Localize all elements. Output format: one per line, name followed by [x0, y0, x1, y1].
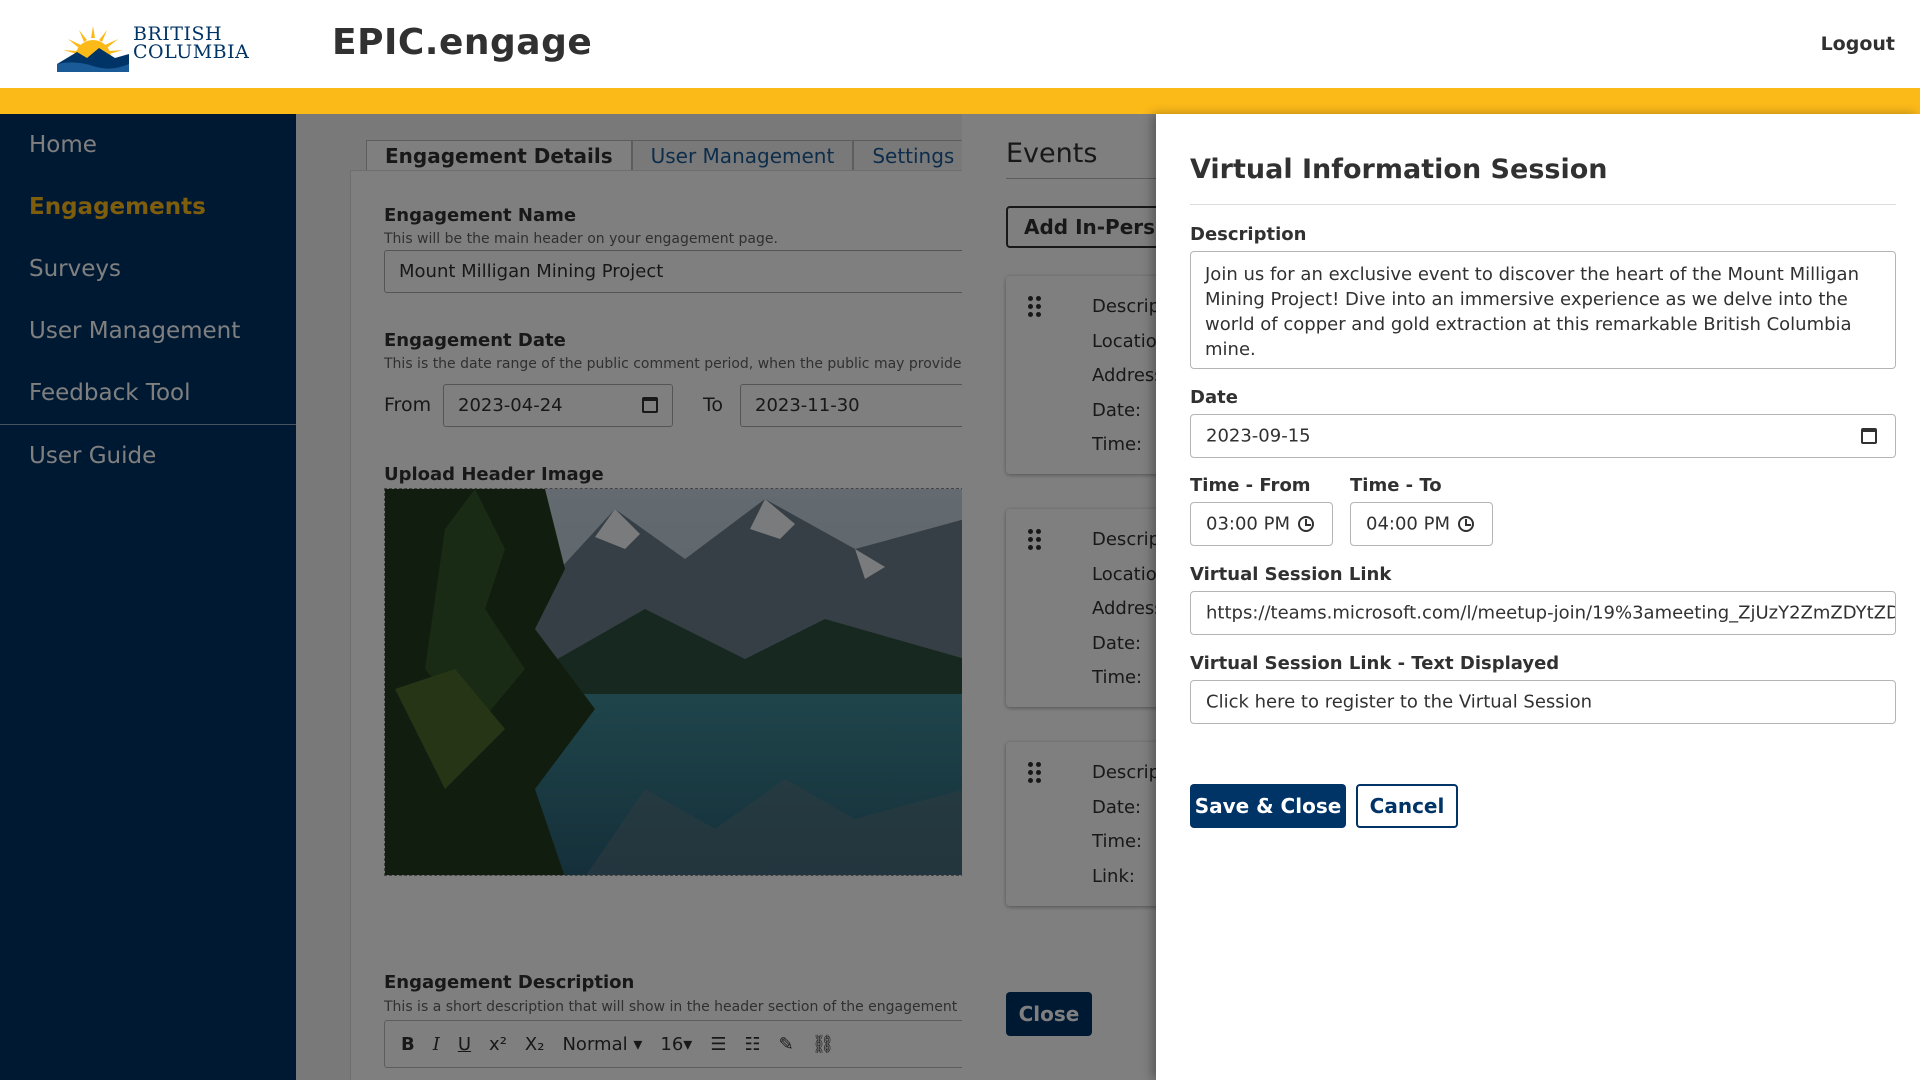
description-value: Join us for an exclusive event to discov…	[1205, 264, 1859, 360]
virtual-session-link-value: https://teams.microsoft.com/l/meetup-joi…	[1206, 602, 1896, 624]
time-from-label: Time - From	[1190, 475, 1311, 496]
clock-icon[interactable]	[1458, 516, 1474, 532]
time-to-label: Time - To	[1350, 475, 1442, 496]
cancel-button[interactable]: Cancel	[1356, 784, 1458, 828]
virtual-session-link-label: Virtual Session Link	[1190, 564, 1392, 585]
time-from-value: 03:00 PM	[1206, 513, 1290, 535]
drawer-title: Virtual Information Session	[1190, 154, 1608, 185]
time-to-input[interactable]: 04:00 PM	[1350, 502, 1493, 546]
description-label: Description	[1190, 224, 1307, 245]
date-label: Date	[1190, 387, 1238, 408]
time-from-input[interactable]: 03:00 PM	[1190, 502, 1333, 546]
bc-wordmark: BRITISH COLUMBIA	[133, 23, 250, 63]
drawer-divider	[1190, 204, 1896, 205]
logout-button[interactable]: Logout	[1821, 33, 1895, 55]
bc-sun-mountain-icon	[57, 26, 129, 72]
link-text-displayed-input[interactable]: Click here to register to the Virtual Se…	[1190, 680, 1896, 724]
app-title: EPIC.engage	[332, 22, 593, 63]
clock-icon[interactable]	[1298, 516, 1314, 532]
modal-backdrop[interactable]	[0, 114, 1156, 1080]
calendar-icon[interactable]	[1861, 428, 1877, 444]
virtual-session-link-input[interactable]: https://teams.microsoft.com/l/meetup-joi…	[1190, 591, 1896, 635]
date-value: 2023-09-15	[1206, 425, 1311, 447]
save-and-close-button[interactable]: Save & Close	[1190, 784, 1346, 828]
virtual-session-drawer: Virtual Information Session Description …	[1156, 114, 1920, 1080]
app-header: BRITISH COLUMBIA EPIC.engage Logout	[0, 0, 1920, 88]
link-text-displayed-value: Click here to register to the Virtual Se…	[1206, 691, 1593, 713]
time-to-value: 04:00 PM	[1366, 513, 1450, 535]
accent-bar	[0, 88, 1920, 114]
link-text-displayed-label: Virtual Session Link - Text Displayed	[1190, 653, 1560, 674]
description-textarea[interactable]: Join us for an exclusive event to discov…	[1190, 251, 1896, 369]
bc-logo[interactable]: BRITISH COLUMBIA	[55, 18, 249, 72]
date-input[interactable]: 2023-09-15	[1190, 414, 1896, 458]
